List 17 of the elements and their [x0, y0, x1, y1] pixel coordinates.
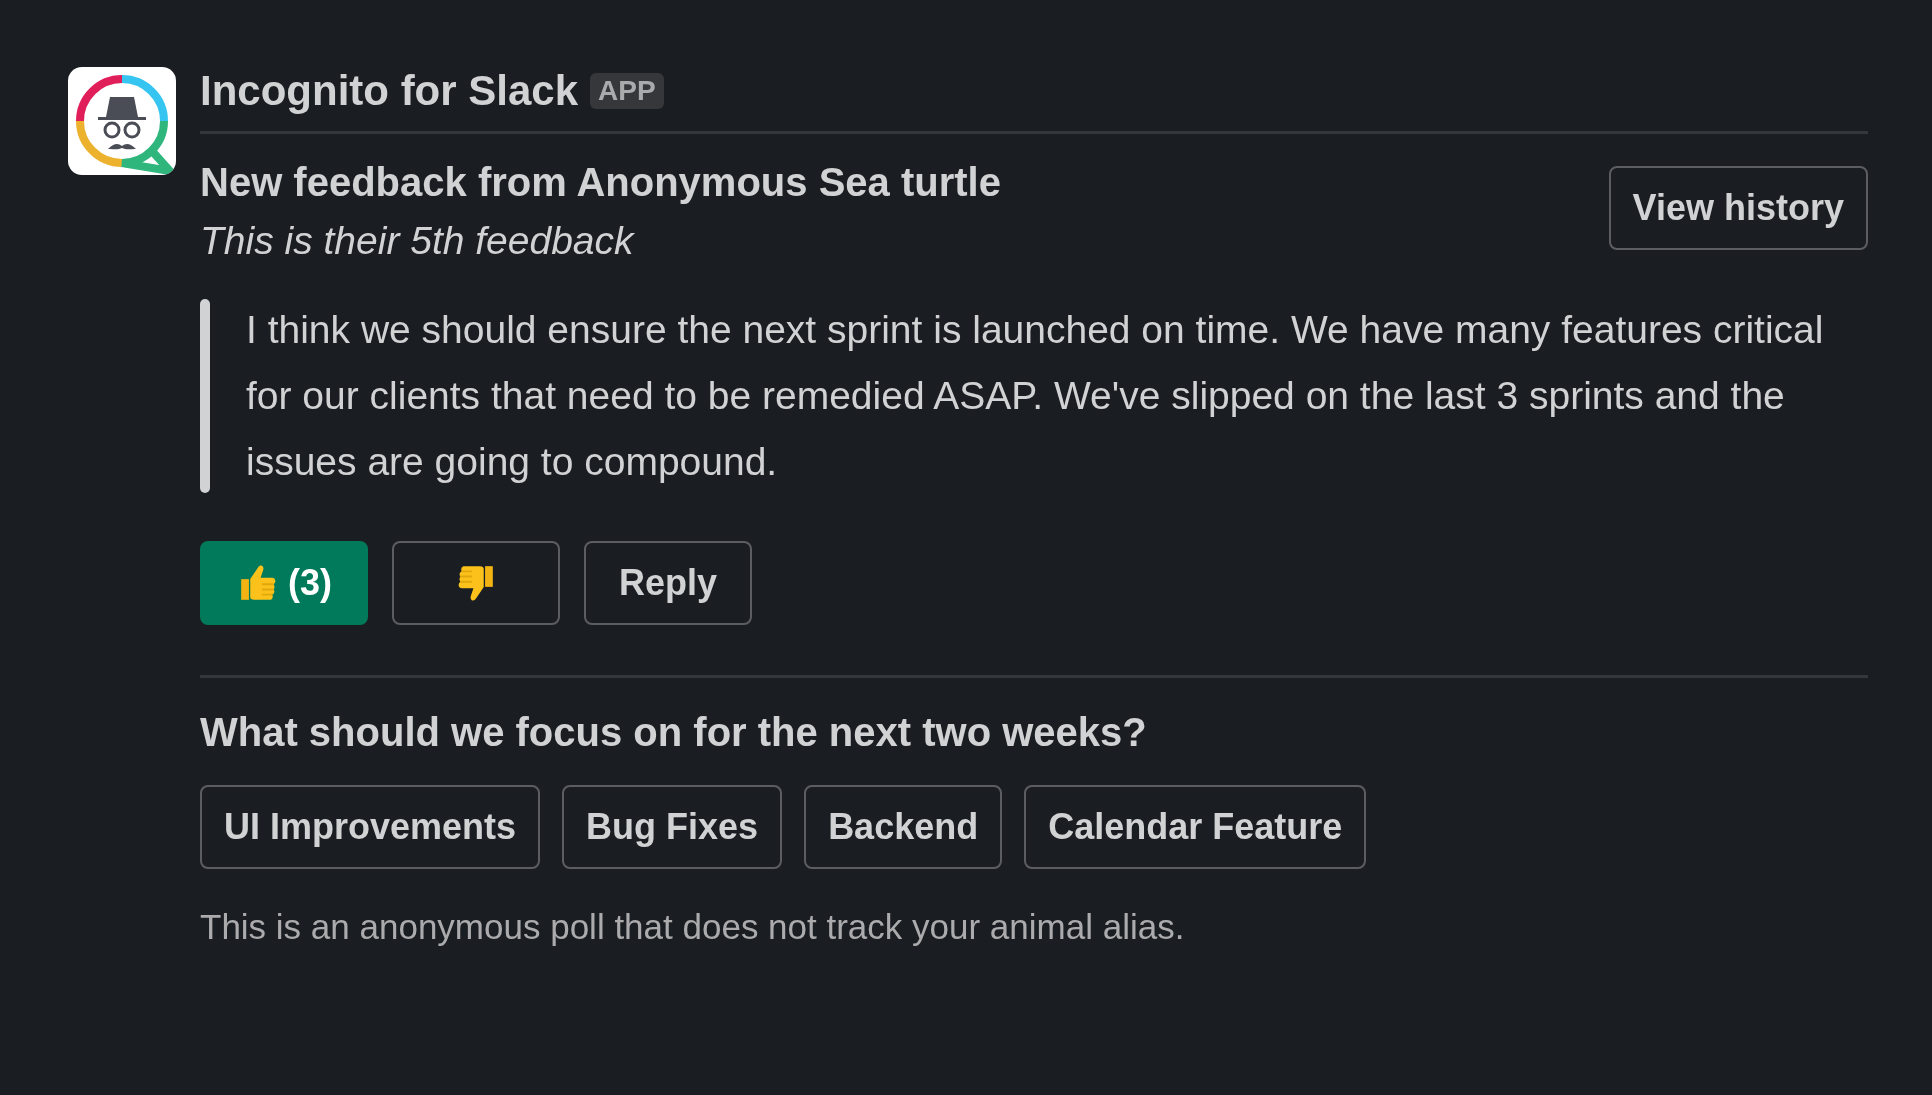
- poll-option-button[interactable]: Calendar Feature: [1024, 785, 1367, 869]
- downvote-button[interactable]: [392, 541, 560, 625]
- reply-button[interactable]: Reply: [584, 541, 752, 625]
- view-history-button[interactable]: View history: [1608, 166, 1868, 250]
- poll-option-button[interactable]: Backend: [804, 785, 1003, 869]
- vote-count: (3): [288, 562, 332, 604]
- poll-question: What should we focus on for the next two weeks?: [200, 710, 1148, 755]
- poll-option-button[interactable]: Bug Fixes: [562, 785, 783, 869]
- poll-note: This is an anonymous poll that does not track your animal alias.: [200, 907, 1186, 947]
- feedback-quote: I think we should ensure the next sprint is launched on time. We have many features critical for our clients that need to be remedied ASAP. We've slipped on the last 3 sprints and the issues are going to compound.: [246, 307, 1825, 485]
- app-logo-icon: [68, 67, 176, 175]
- upvote-button[interactable]: (3): [200, 541, 368, 625]
- poll-option-button[interactable]: UI Improvements: [200, 785, 541, 869]
- feedback-title: New feedback from Anonymous Sea turtle: [200, 160, 1001, 205]
- app-badge: APP: [590, 73, 664, 109]
- feedback-count-text: This is their 5th feedback: [200, 219, 636, 263]
- app-name[interactable]: Incognito for Slack: [200, 67, 579, 115]
